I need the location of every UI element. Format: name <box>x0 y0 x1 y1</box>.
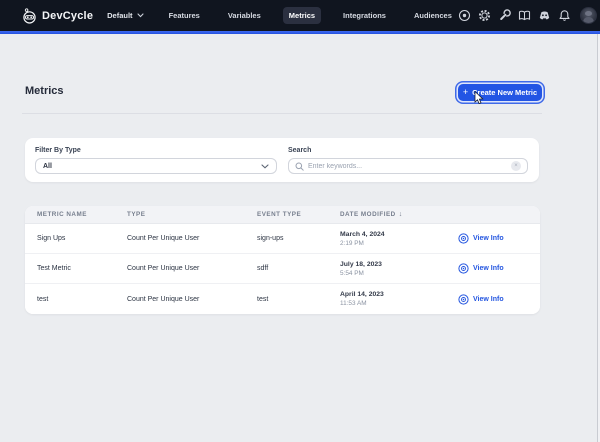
project-selector-dropdown[interactable]: Default <box>107 11 143 20</box>
page-title: Metrics <box>25 85 64 97</box>
primary-nav: Features Variables Metrics Integrations … <box>163 7 458 24</box>
notifications-bell-icon[interactable] <box>558 9 572 23</box>
event-type-cell: sign-ups <box>257 235 340 242</box>
type-cell: Count Per Unique User <box>127 235 257 242</box>
header-event-type[interactable]: EVENT TYPE <box>257 211 340 218</box>
navbar-actions <box>458 7 600 24</box>
type-filter-value: All <box>43 163 52 170</box>
type-cell: Count Per Unique User <box>127 296 257 303</box>
search-label: Search <box>288 147 528 154</box>
devcycle-robot-logo-icon <box>22 8 37 24</box>
date-modified-cell: April 14, 2023 11:53 AM <box>340 291 458 307</box>
event-type-cell: test <box>257 296 340 303</box>
chevron-down-icon <box>137 13 144 18</box>
eye-icon <box>458 233 469 244</box>
nav-item-audiences[interactable]: Audiences <box>408 7 458 24</box>
type-filter-select[interactable]: All <box>35 158 277 174</box>
filter-card: Filter By Type All Search × <box>25 138 539 182</box>
title-divider <box>22 113 542 114</box>
header-date-modified[interactable]: DATE MODIFIED ↓ <box>340 211 458 218</box>
nav-item-integrations[interactable]: Integrations <box>337 7 392 24</box>
docs-book-icon[interactable] <box>518 9 532 23</box>
nav-item-metrics[interactable]: Metrics <box>283 7 321 24</box>
app-window: DevCycle Default Features Variables Metr… <box>0 0 600 442</box>
nav-item-features[interactable]: Features <box>163 7 206 24</box>
search-icon <box>295 162 304 171</box>
eye-icon <box>458 263 469 274</box>
table-row: Test Metric Count Per Unique User sdff J… <box>25 254 540 284</box>
discord-icon[interactable] <box>538 9 552 23</box>
nav-item-variables[interactable]: Variables <box>222 7 267 24</box>
chevron-down-icon <box>261 164 269 169</box>
wrench-icon[interactable] <box>498 9 512 23</box>
clear-search-icon[interactable]: × <box>511 161 521 171</box>
metric-name-cell: Sign Ups <box>37 235 127 242</box>
sort-descending-icon: ↓ <box>399 211 403 218</box>
metrics-table: METRIC NAME TYPE EVENT TYPE DATE MODIFIE… <box>25 206 540 314</box>
main-content: Metrics + Create New Metric Filter By Ty… <box>0 34 600 442</box>
metric-name-cell: Test Metric <box>37 265 127 272</box>
type-cell: Count Per Unique User <box>127 265 257 272</box>
date-modified-cell: July 18, 2023 5:54 PM <box>340 261 458 277</box>
event-type-cell: sdff <box>257 265 340 272</box>
create-new-metric-button[interactable]: + Create New Metric <box>458 84 542 101</box>
metric-name-cell: test <box>37 296 127 303</box>
header-type[interactable]: TYPE <box>127 211 257 218</box>
plus-icon: + <box>463 88 468 97</box>
top-navbar: DevCycle Default Features Variables Metr… <box>0 0 600 31</box>
table-header-row: METRIC NAME TYPE EVENT TYPE DATE MODIFIE… <box>25 206 540 224</box>
filter-by-type-label: Filter By Type <box>35 147 277 154</box>
view-info-link[interactable]: View Info <box>458 263 540 274</box>
brand[interactable]: DevCycle <box>22 8 93 24</box>
table-row: Sign Ups Count Per Unique User sign-ups … <box>25 224 540 254</box>
date-modified-cell: March 4, 2024 2:19 PM <box>340 231 458 247</box>
search-box: × <box>288 158 528 174</box>
table-row: test Count Per Unique User test April 14… <box>25 284 540 314</box>
view-info-link[interactable]: View Info <box>458 233 540 244</box>
header-metric-name[interactable]: METRIC NAME <box>37 211 127 218</box>
gear-icon[interactable] <box>478 9 492 23</box>
user-avatar[interactable] <box>580 7 597 24</box>
view-info-link[interactable]: View Info <box>458 294 540 305</box>
create-button-label: Create New Metric <box>472 88 537 97</box>
project-selector-value: Default <box>107 11 132 20</box>
target-icon[interactable] <box>458 9 472 23</box>
search-input[interactable] <box>308 163 507 170</box>
brand-name: DevCycle <box>42 10 93 22</box>
eye-icon <box>458 294 469 305</box>
